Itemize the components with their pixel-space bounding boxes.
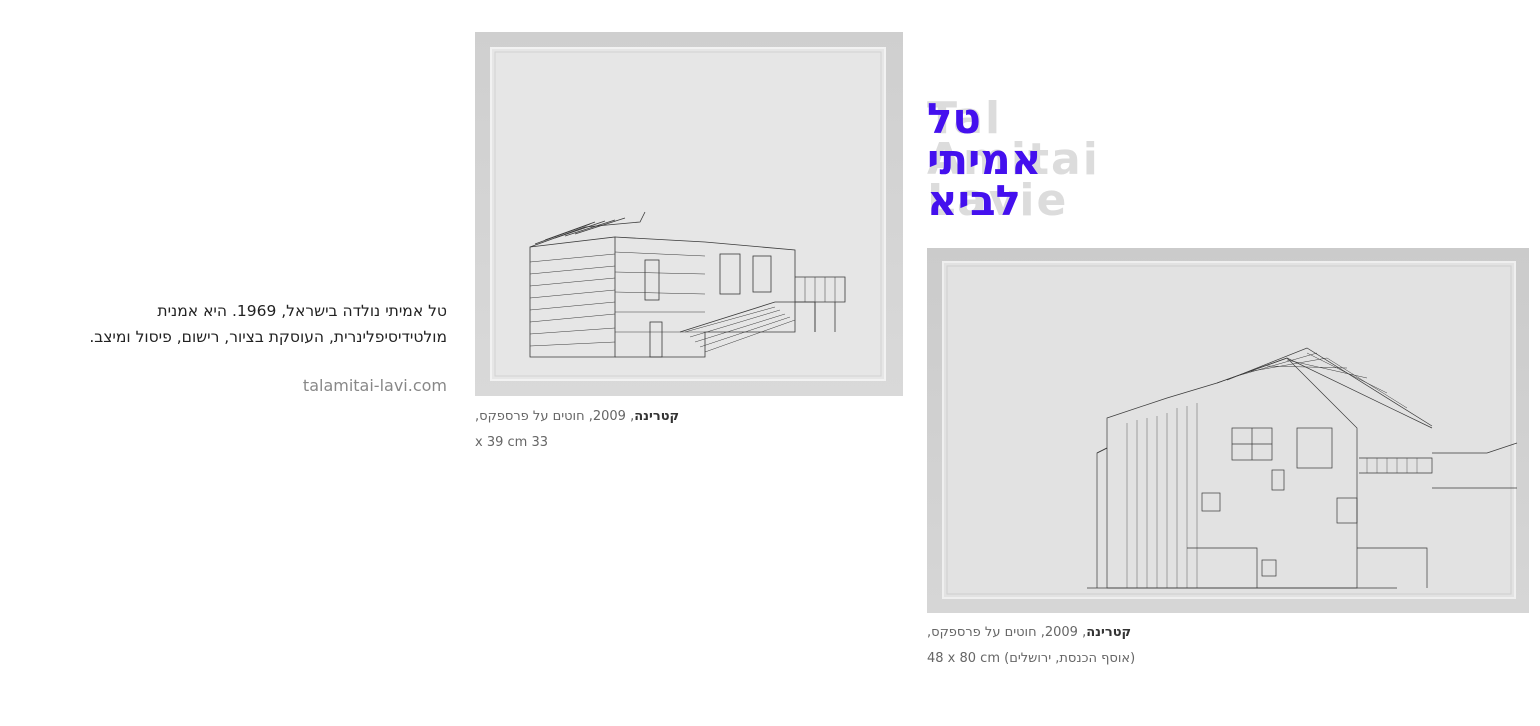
artwork-1-drawing (475, 32, 903, 396)
caption-1-details: , 2009, חוטים על פרספקס, (475, 409, 635, 424)
artwork-caption-2: קטרינה, 2009, חוטים על פרספקס, 48 x 80 c… (927, 620, 1529, 672)
caption-1-line-1: קטרינה, 2009, חוטים על פרספקס, (475, 404, 903, 430)
caption-1-title: קטרינה (634, 409, 680, 424)
caption-2-size: 48 x 80 cm (אוסף הכנסת, ירושלים) (927, 651, 1136, 666)
title-he-line-1: טל (927, 94, 981, 143)
artwork-caption-1: קטרינה, 2009, חוטים על פרספקס, x 39 cm 3… (475, 404, 903, 456)
artist-title: Tal Amitai Lavie טל אמיתי לביא (927, 94, 1098, 226)
artist-title-hebrew: טל אמיתי לביא (927, 94, 1042, 225)
artist-bio: טל אמיתי נולדה בישראל, 1969. היא אמנית מ… (40, 298, 447, 350)
caption-2-line-1: קטרינה, 2009, חוטים על פרספקס, (927, 620, 1529, 646)
artwork-2-drawing (927, 248, 1529, 613)
bio-line-1: טל אמיתי נולדה בישראל, 1969. היא אמנית (157, 302, 447, 320)
title-he-line-3: לביא (927, 176, 1021, 225)
website-link[interactable]: talamitai-lavi.com (240, 376, 447, 395)
bio-line-2: מולטידיסיפלינרית, העוסקת בציור, רישום, פ… (89, 328, 447, 346)
artwork-image-2[interactable] (927, 248, 1529, 613)
caption-1-size: x 39 cm 33 (475, 435, 548, 450)
caption-2-title: קטרינה (1086, 625, 1132, 640)
caption-2-details: , 2009, חוטים על פרספקס, (927, 625, 1087, 640)
title-he-line-2: אמיתי (927, 135, 1042, 184)
artwork-image-1[interactable] (475, 32, 903, 396)
